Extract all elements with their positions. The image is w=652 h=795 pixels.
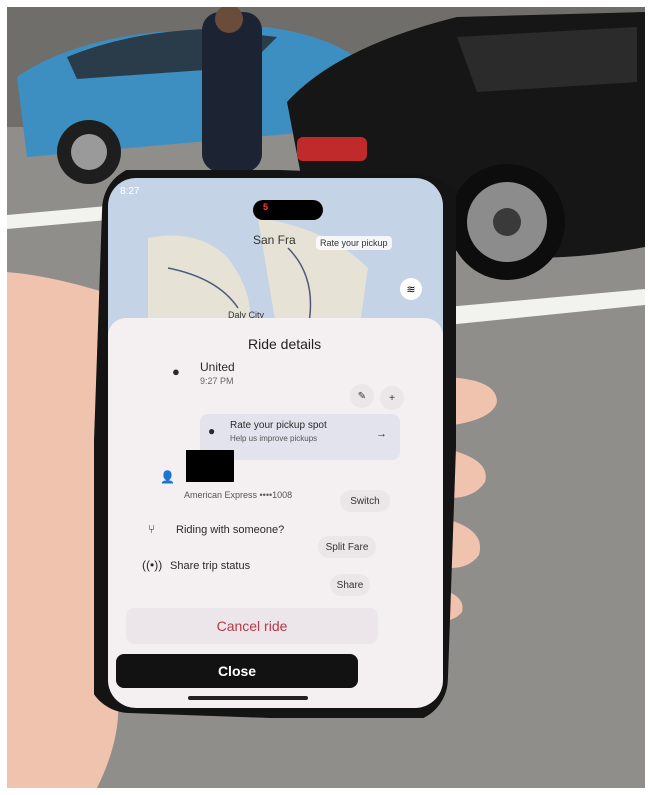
- share-button[interactable]: Share: [330, 574, 370, 596]
- switch-payment-button[interactable]: Switch: [340, 490, 390, 512]
- plus-icon[interactable]: +: [380, 386, 404, 410]
- map-pickup-bubble[interactable]: Rate your pickup: [316, 236, 392, 250]
- pencil-icon[interactable]: ✎: [350, 384, 374, 408]
- status-time: 8:27: [120, 186, 140, 197]
- sheet-title: Ride details: [248, 336, 322, 352]
- arrow-right-icon: →: [376, 428, 387, 440]
- split-fare-button[interactable]: Split Fare: [318, 536, 376, 558]
- redaction-box: [186, 450, 234, 482]
- phone-screen: 8:27 5 San Fra Rate your pickup Daly Cit…: [108, 178, 443, 708]
- destination-time: 9:27 PM: [200, 376, 234, 386]
- ride-details-sheet: Ride details ● United 9:27 PM ✎ + ● Rate…: [108, 318, 443, 708]
- payment-card: American Express ••••1008: [184, 490, 293, 500]
- map-city-label: San Fra: [253, 233, 296, 247]
- split-label: Riding with someone?: [176, 524, 285, 536]
- status-badge: 5: [263, 202, 269, 212]
- layers-icon[interactable]: ≋: [400, 278, 422, 300]
- person-standing: [202, 7, 262, 172]
- rate-pickup-title: Rate your pickup spot: [230, 420, 327, 431]
- destination-name: United: [200, 360, 235, 374]
- cancel-ride-button[interactable]: Cancel ride: [126, 608, 378, 644]
- pin-icon: ●: [208, 424, 216, 438]
- close-button[interactable]: Close: [116, 654, 358, 688]
- person-icon: 👤: [160, 470, 175, 484]
- share-label: Share trip status: [170, 560, 251, 572]
- split-icon: ⑂: [148, 522, 156, 536]
- rate-pickup-subtitle: Help us improve pickups: [230, 434, 318, 443]
- home-indicator[interactable]: [188, 696, 308, 700]
- broadcast-icon: ((•)): [142, 558, 163, 572]
- location-pin-icon: ●: [172, 364, 180, 379]
- map-view[interactable]: 8:27 5 San Fra Rate your pickup Daly Cit…: [108, 178, 443, 338]
